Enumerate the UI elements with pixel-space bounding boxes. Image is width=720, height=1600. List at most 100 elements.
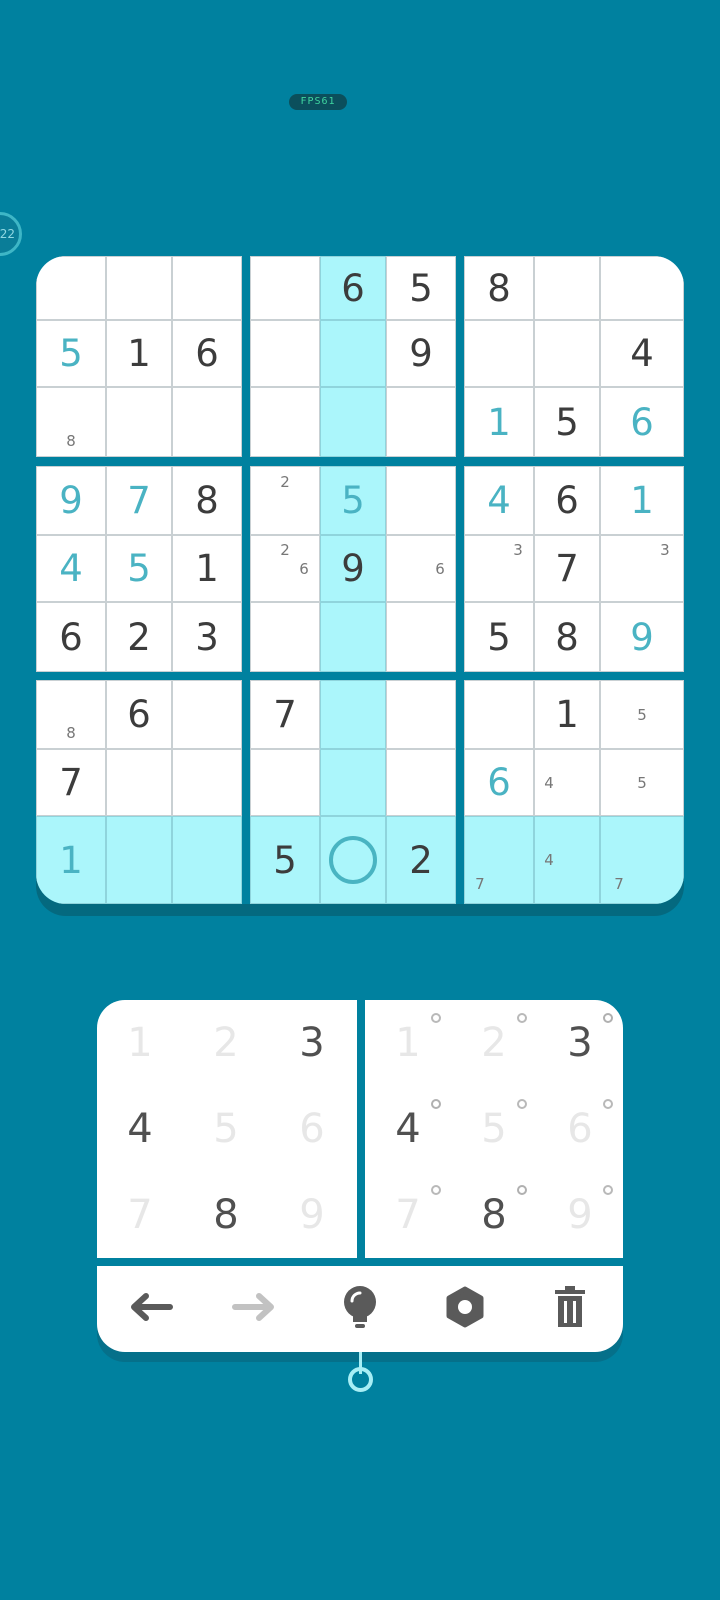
board-cell[interactable] bbox=[320, 680, 386, 749]
board-cell[interactable] bbox=[172, 387, 242, 457]
board-cell[interactable] bbox=[36, 256, 106, 320]
board-cell[interactable]: 5 bbox=[250, 816, 320, 904]
board-cell[interactable]: 5 bbox=[600, 680, 684, 749]
board-cell[interactable]: 3 bbox=[172, 602, 242, 672]
board-cell[interactable]: 6 bbox=[172, 320, 242, 387]
board-cell[interactable]: 2 bbox=[250, 466, 320, 535]
board-cell[interactable]: 6 bbox=[534, 466, 600, 535]
board-cell[interactable]: 6 bbox=[320, 256, 386, 320]
board-cell[interactable]: 7 bbox=[464, 816, 534, 904]
settings-gear-button[interactable] bbox=[412, 1266, 517, 1352]
board-cell[interactable]: 4 bbox=[464, 466, 534, 535]
board-cell[interactable]: 6 bbox=[386, 535, 456, 602]
board-cell[interactable] bbox=[250, 387, 320, 457]
board-cell[interactable] bbox=[386, 387, 456, 457]
hint-bulb-button[interactable] bbox=[307, 1266, 412, 1352]
drag-handle[interactable] bbox=[348, 1367, 373, 1392]
board-cell[interactable]: 26 bbox=[250, 535, 320, 602]
board-cell[interactable]: 9 bbox=[386, 320, 456, 387]
board-cell[interactable] bbox=[534, 320, 600, 387]
board-cell[interactable] bbox=[172, 749, 242, 816]
board-cell[interactable] bbox=[464, 680, 534, 749]
board-cell[interactable]: 6 bbox=[600, 387, 684, 457]
board-cell[interactable] bbox=[106, 256, 172, 320]
board-cell[interactable] bbox=[106, 749, 172, 816]
board-cell[interactable] bbox=[106, 387, 172, 457]
note-key-4[interactable]: 4 bbox=[365, 1086, 451, 1172]
board-cell[interactable]: 3 bbox=[600, 535, 684, 602]
note-key-3[interactable]: 3 bbox=[537, 1000, 623, 1086]
board-cell[interactable]: 4 bbox=[534, 816, 600, 904]
board-cell[interactable]: 1 bbox=[600, 466, 684, 535]
board-cell[interactable]: 8 bbox=[36, 387, 106, 457]
number-key-6[interactable]: 6 bbox=[269, 1086, 355, 1172]
note-key-1[interactable]: 1 bbox=[365, 1000, 451, 1086]
board-cell[interactable] bbox=[386, 749, 456, 816]
board-cell[interactable] bbox=[600, 256, 684, 320]
board-cell[interactable] bbox=[172, 256, 242, 320]
number-key-9[interactable]: 9 bbox=[269, 1172, 355, 1258]
redo-button[interactable] bbox=[202, 1266, 307, 1352]
board-cell[interactable]: 7 bbox=[36, 749, 106, 816]
number-key-8[interactable]: 8 bbox=[183, 1172, 269, 1258]
note-key-5[interactable]: 5 bbox=[451, 1086, 537, 1172]
board-cell[interactable]: 5 bbox=[534, 387, 600, 457]
board-cell[interactable]: 5 bbox=[36, 320, 106, 387]
board-cell[interactable]: 7 bbox=[106, 466, 172, 535]
board-cell[interactable] bbox=[250, 602, 320, 672]
board-cell[interactable] bbox=[386, 466, 456, 535]
board-cell[interactable]: 4 bbox=[600, 320, 684, 387]
board-cell[interactable]: 6 bbox=[36, 602, 106, 672]
number-key-3[interactable]: 3 bbox=[269, 1000, 355, 1086]
note-key-2[interactable]: 2 bbox=[451, 1000, 537, 1086]
note-key-9[interactable]: 9 bbox=[537, 1172, 623, 1258]
board-cell[interactable]: 3 bbox=[464, 535, 534, 602]
board-cell[interactable]: 5 bbox=[386, 256, 456, 320]
board-cell[interactable]: 5 bbox=[106, 535, 172, 602]
trash-button[interactable] bbox=[517, 1266, 622, 1352]
board-cell[interactable] bbox=[250, 256, 320, 320]
board-cell[interactable]: 5 bbox=[464, 602, 534, 672]
board-cell[interactable] bbox=[320, 387, 386, 457]
board-cell[interactable]: 8 bbox=[172, 466, 242, 535]
board-cell[interactable] bbox=[172, 816, 242, 904]
board-cell[interactable]: 8 bbox=[464, 256, 534, 320]
board-cell[interactable] bbox=[320, 602, 386, 672]
board-cell[interactable]: 9 bbox=[36, 466, 106, 535]
board-cell[interactable]: 7 bbox=[600, 816, 684, 904]
board-cell[interactable]: 9 bbox=[600, 602, 684, 672]
number-key-5[interactable]: 5 bbox=[183, 1086, 269, 1172]
number-key-7[interactable]: 7 bbox=[97, 1172, 183, 1258]
board-cell[interactable]: 4 bbox=[534, 749, 600, 816]
board-cell[interactable] bbox=[250, 320, 320, 387]
board-cell[interactable]: 2 bbox=[386, 816, 456, 904]
board-cell[interactable]: 1 bbox=[534, 680, 600, 749]
board-cell[interactable]: 1 bbox=[106, 320, 172, 387]
number-key-2[interactable]: 2 bbox=[183, 1000, 269, 1086]
board-cell[interactable]: 1 bbox=[36, 816, 106, 904]
board-cell[interactable] bbox=[534, 256, 600, 320]
board-cell[interactable]: 6 bbox=[106, 680, 172, 749]
board-cell[interactable]: 9 bbox=[320, 535, 386, 602]
board-cell[interactable]: 1 bbox=[464, 387, 534, 457]
number-key-1[interactable]: 1 bbox=[97, 1000, 183, 1086]
board-cell[interactable] bbox=[106, 816, 172, 904]
board-cell[interactable] bbox=[386, 680, 456, 749]
board-cell[interactable]: 5 bbox=[600, 749, 684, 816]
board-cell[interactable] bbox=[250, 749, 320, 816]
board-cell[interactable]: 6 bbox=[464, 749, 534, 816]
note-key-7[interactable]: 7 bbox=[365, 1172, 451, 1258]
number-key-4[interactable]: 4 bbox=[97, 1086, 183, 1172]
board-cell[interactable]: 4 bbox=[36, 535, 106, 602]
board-cell[interactable] bbox=[172, 680, 242, 749]
board-cell[interactable]: 1 bbox=[172, 535, 242, 602]
board-cell[interactable] bbox=[386, 602, 456, 672]
board-cell[interactable]: 8 bbox=[36, 680, 106, 749]
board-cell[interactable] bbox=[320, 749, 386, 816]
board-cell[interactable]: 2 bbox=[106, 602, 172, 672]
board-cell[interactable] bbox=[320, 816, 386, 904]
board-cell[interactable]: 7 bbox=[250, 680, 320, 749]
board-cell[interactable]: 7 bbox=[534, 535, 600, 602]
board-cell[interactable] bbox=[320, 320, 386, 387]
board-cell[interactable]: 8 bbox=[534, 602, 600, 672]
